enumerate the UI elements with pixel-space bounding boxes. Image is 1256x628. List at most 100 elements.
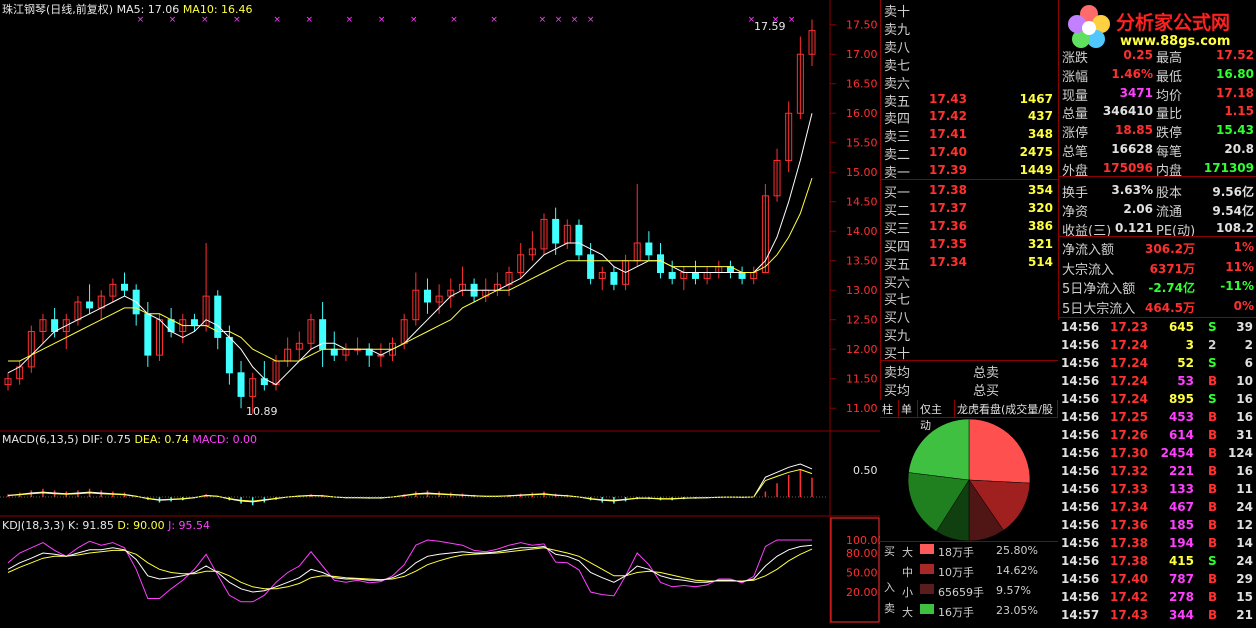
- tick-time: 14:56: [1061, 446, 1100, 460]
- tick-time: 14:56: [1061, 482, 1100, 496]
- quote-row: 现量 3471 均价 17.18: [1059, 84, 1256, 104]
- tick-side: B: [1208, 500, 1218, 514]
- tick-row: 14:56 17.24 3 2 2: [1058, 336, 1256, 355]
- price-tick-label: 11.00: [846, 402, 878, 415]
- flow-percent: 23.05%: [996, 604, 1038, 617]
- kline-chart-area[interactable]: × × × × × × × × × × × × × × × × × × 17.50 17.00 16.50 16.00 1…: [0, 0, 885, 624]
- price-tick-label: 12.50: [846, 314, 878, 327]
- tick-side: 2: [1208, 338, 1217, 352]
- candle-body: [738, 272, 746, 279]
- quote-value: 9.56亿: [1212, 185, 1254, 199]
- order-book-sell-row: 卖二 17.40 2475: [881, 143, 1057, 163]
- candle-series: × × × × × × × × × × × × × × × × × ×: [4, 15, 816, 415]
- flow-size: 中: [902, 566, 913, 579]
- tick-count: 124: [1227, 446, 1253, 460]
- tick-time: 14:56: [1061, 518, 1100, 532]
- logo-url: www.88gs.com: [1120, 34, 1231, 49]
- candle-body: [645, 242, 653, 256]
- tick-row: 14:56 17.42 278 B 15: [1058, 588, 1256, 607]
- order-book-buy-row: 买三 17.36 386: [881, 217, 1057, 237]
- tick-count: 12: [1236, 518, 1253, 532]
- tick-time: 14:56: [1061, 554, 1100, 568]
- candle-body: [657, 254, 665, 274]
- quote-label: 每笔: [1156, 145, 1183, 160]
- avg-sell-row: 卖均 总卖: [881, 361, 1057, 381]
- quote-row: 涨幅 1.46% 最低 16.80: [1059, 65, 1256, 85]
- tick-row: 14:56 17.30 2454 B 124: [1058, 444, 1256, 463]
- tick-row: 14:56 17.33 133 B 11: [1058, 480, 1256, 499]
- tick-price: 17.24: [1110, 338, 1148, 352]
- logo-title: 分析家公式网: [1116, 12, 1231, 34]
- tick-volume: 415: [1168, 554, 1194, 568]
- order-book-sell-row: 卖九: [881, 18, 1057, 38]
- tick-count: 29: [1236, 572, 1253, 586]
- ob-price: 17.39: [929, 163, 967, 178]
- tab-active-only[interactable]: 仅主动: [918, 400, 955, 432]
- quote-value: 171309: [1203, 160, 1254, 175]
- quote-row: 总量 346410 量比 1.15: [1059, 102, 1256, 122]
- order-book-buy-row: 买二 17.37 320: [881, 199, 1057, 219]
- total-buy-label: 总买: [973, 384, 1000, 399]
- flow-breakdown-row: 大 18万手 25.80%: [880, 542, 1058, 560]
- low-price-annotation: 10.89: [246, 405, 278, 418]
- tick-side: B: [1208, 428, 1218, 442]
- tick-volume: 52: [1177, 356, 1194, 370]
- order-book: 卖十 卖九 卖八 卖七 卖六 卖五 17.43 1467 卖四 17.42 437 卖三 17.41 34…: [880, 0, 1059, 400]
- candle-body: [51, 319, 59, 333]
- flow-pct: 0%: [1233, 298, 1254, 313]
- order-book-buy-row: 买七: [881, 288, 1057, 308]
- ob-price: 17.38: [929, 183, 967, 197]
- ob-volume: 354: [1027, 183, 1053, 197]
- high-price-annotation: 17.59: [754, 20, 786, 33]
- quote-row: 外盘 175096 内盘 171309: [1059, 159, 1256, 179]
- order-book-sell-row: 卖一 17.39 1449: [881, 161, 1057, 181]
- tab-single[interactable]: 单: [899, 400, 918, 417]
- tick-count: 6: [1244, 356, 1253, 370]
- kdj-header: KDJ(18,3,3) K: 91.85 D: 90.00 J: 95.54: [2, 519, 210, 532]
- site-logo: 分析家公式网 www.88gs.com: [1060, 2, 1256, 52]
- chart-header: 珠江钢琴(日线,前复权) MA5: 17.06 MA10: 16.46: [2, 1, 253, 17]
- quote-value: 3.63%: [1111, 183, 1153, 197]
- tick-side: B: [1208, 536, 1218, 550]
- tick-volume: 3: [1185, 338, 1194, 352]
- candle-body: [668, 272, 676, 279]
- tick-count: 21: [1236, 608, 1253, 622]
- ob-volume: 321: [1027, 236, 1053, 251]
- tick-row: 14:56 17.23 645 S 39: [1058, 318, 1256, 337]
- price-tick-label: 13.50: [846, 255, 878, 268]
- tick-side: B: [1208, 518, 1218, 532]
- quote-label: 流通: [1156, 204, 1183, 220]
- order-book-sell-row: 卖十: [881, 0, 1057, 20]
- order-book-sell-row: 卖三 17.41 348: [881, 125, 1057, 145]
- quote-row: 净资 2.06 流通 9.54亿: [1059, 200, 1256, 220]
- ob-price: 17.41: [929, 127, 967, 142]
- flow-size: 小: [902, 586, 913, 599]
- tick-row: 14:56 17.24 895 S 16: [1058, 390, 1256, 409]
- kdj-tick-label: 50.00: [846, 567, 878, 580]
- tick-row: 14:56 17.24 53 B 10: [1058, 372, 1256, 391]
- tick-row: 14:56 17.24 52 S 6: [1058, 354, 1256, 373]
- macd-header: MACD(6,13,5) DIF: 0.75 DEA: 0.74 MACD: 0…: [2, 433, 257, 446]
- order-book-buy-row: 买四 17.35 321: [881, 235, 1057, 255]
- tab-dragon-tiger[interactable]: 龙虎看盘(成交量/股: [955, 400, 1058, 417]
- flow-percent: 25.80%: [996, 544, 1038, 557]
- tick-count: 10: [1236, 374, 1253, 388]
- tick-side: B: [1208, 590, 1218, 604]
- tick-price: 17.40: [1110, 572, 1148, 586]
- quote-value: 3471: [1119, 85, 1153, 100]
- tick-price: 17.32: [1110, 464, 1148, 478]
- tick-time: 14:56: [1061, 428, 1100, 442]
- ob-volume: 514: [1027, 254, 1053, 269]
- flow-amount: 65659手: [938, 586, 984, 599]
- tab-bar[interactable]: 柱: [880, 400, 899, 417]
- tick-row: 14:57 17.43 344 B 21: [1058, 606, 1256, 625]
- candle-body: [575, 224, 583, 256]
- ob-price: 17.40: [929, 145, 967, 160]
- macd-dif-line: [7, 463, 813, 503]
- quote-label: 总笔: [1062, 145, 1089, 160]
- order-book-divider: [880, 179, 1058, 180]
- tick-count: 39: [1236, 320, 1253, 334]
- tick-price: 17.38: [1110, 554, 1148, 568]
- flow-breakdown-row: 大 16万手 23.05%: [880, 602, 1058, 620]
- flow-value: 6371万: [1149, 261, 1195, 276]
